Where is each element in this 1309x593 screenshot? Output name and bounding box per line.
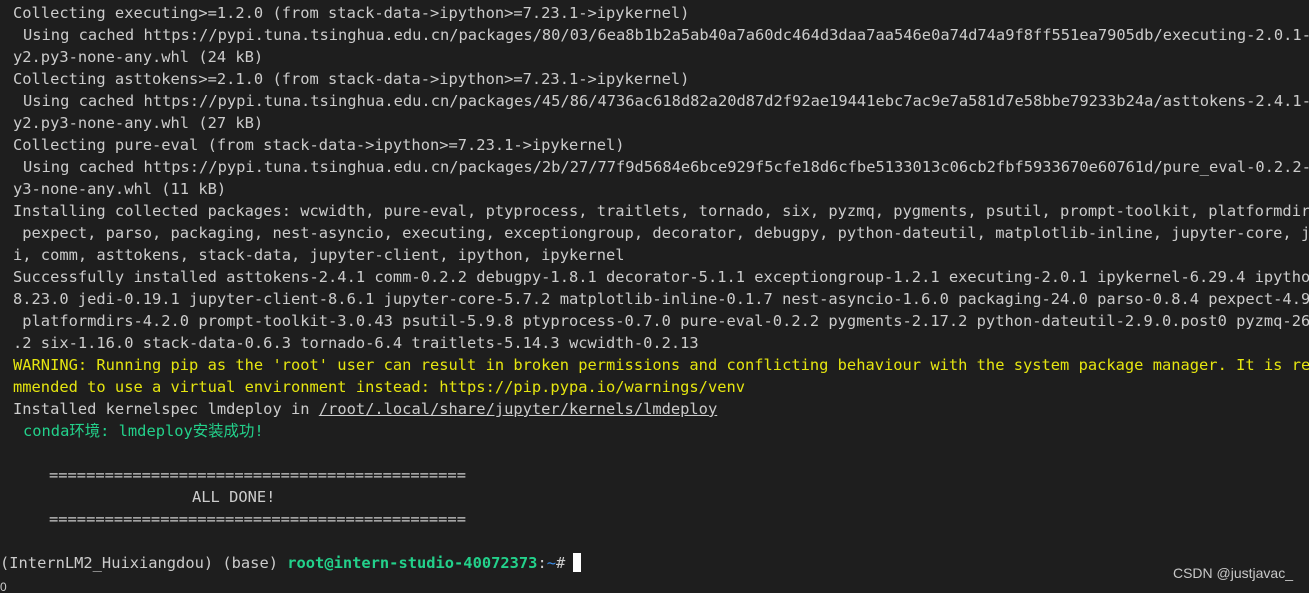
terminal-line: Collecting executing>=1.2.0 (from stack-… xyxy=(13,4,690,22)
all-done-text: ALL DONE! xyxy=(192,488,276,506)
terminal-output: Collecting executing>=1.2.0 (from stack-… xyxy=(13,2,1309,530)
terminal-line: y3-none-any.whl (11 kB) xyxy=(13,180,227,198)
conda-success-message: conda环境: lmdeploy安装成功! xyxy=(23,422,264,440)
terminal-line: Collecting asttokens>=2.1.0 (from stack-… xyxy=(13,70,690,88)
prompt-separator: : xyxy=(537,554,547,572)
prompt-user-host: root@intern-studio-40072373 xyxy=(287,554,538,572)
status-left-text: 0 xyxy=(0,580,7,593)
terminal-panel[interactable]: Collecting executing>=1.2.0 (from stack-… xyxy=(0,0,1309,593)
terminal-line: 8.23.0 jedi-0.19.1 jupyter-client-8.6.1 … xyxy=(13,290,1309,308)
terminal-line: y2.py3-none-any.whl (24 kB) xyxy=(13,48,264,66)
terminal-cursor xyxy=(573,553,582,572)
warning-line: WARNING: Running pip as the 'root' user … xyxy=(13,356,1309,374)
terminal-line: Using cached https://pypi.tuna.tsinghua.… xyxy=(23,158,1309,176)
watermark: CSDN @justjavac_ xyxy=(1172,565,1293,581)
terminal-line: .2 six-1.16.0 stack-data-0.6.3 tornado-6… xyxy=(13,334,699,352)
separator-line: ========================================… xyxy=(49,466,466,484)
kernelspec-line: Installed kernelspec lmdeploy in /root/.… xyxy=(13,398,1309,420)
terminal-line: Installing collected packages: wcwidth, … xyxy=(13,202,1309,220)
terminal-line: y2.py3-none-any.whl (27 kB) xyxy=(13,114,264,132)
all-done-message: ALL DONE! xyxy=(13,486,1309,508)
terminal-line: Using cached https://pypi.tuna.tsinghua.… xyxy=(23,92,1309,110)
status-bar: 0 3 xyxy=(0,580,42,593)
shell-prompt[interactable]: (InternLM2_Huixiangdou) (base) root@inte… xyxy=(0,552,582,574)
kernelspec-path-link[interactable]: /root/.local/share/jupyter/kernels/lmdep… xyxy=(319,400,717,418)
terminal-line: Successfully installed asttokens-2.4.1 c… xyxy=(13,268,1309,286)
terminal-line: platformdirs-4.2.0 prompt-toolkit-3.0.43… xyxy=(13,312,1309,330)
prompt-path: ~ xyxy=(546,554,556,572)
terminal-line: Collecting pure-eval (from stack-data->i… xyxy=(13,136,625,154)
terminal-line: pexpect, parso, packaging, nest-asyncio,… xyxy=(13,224,1309,242)
warning-line: mmended to use a virtual environment ins… xyxy=(13,378,746,396)
prompt-env: (InternLM2_Huixiangdou) (base) xyxy=(0,554,288,572)
terminal-line: Using cached https://pypi.tuna.tsinghua.… xyxy=(23,26,1309,44)
kernelspec-label: Installed kernelspec lmdeploy in xyxy=(13,400,319,418)
separator-line: ========================================… xyxy=(49,510,466,528)
prompt-symbol: # xyxy=(556,554,566,572)
terminal-line: i, comm, asttokens, stack-data, jupyter-… xyxy=(13,246,625,264)
